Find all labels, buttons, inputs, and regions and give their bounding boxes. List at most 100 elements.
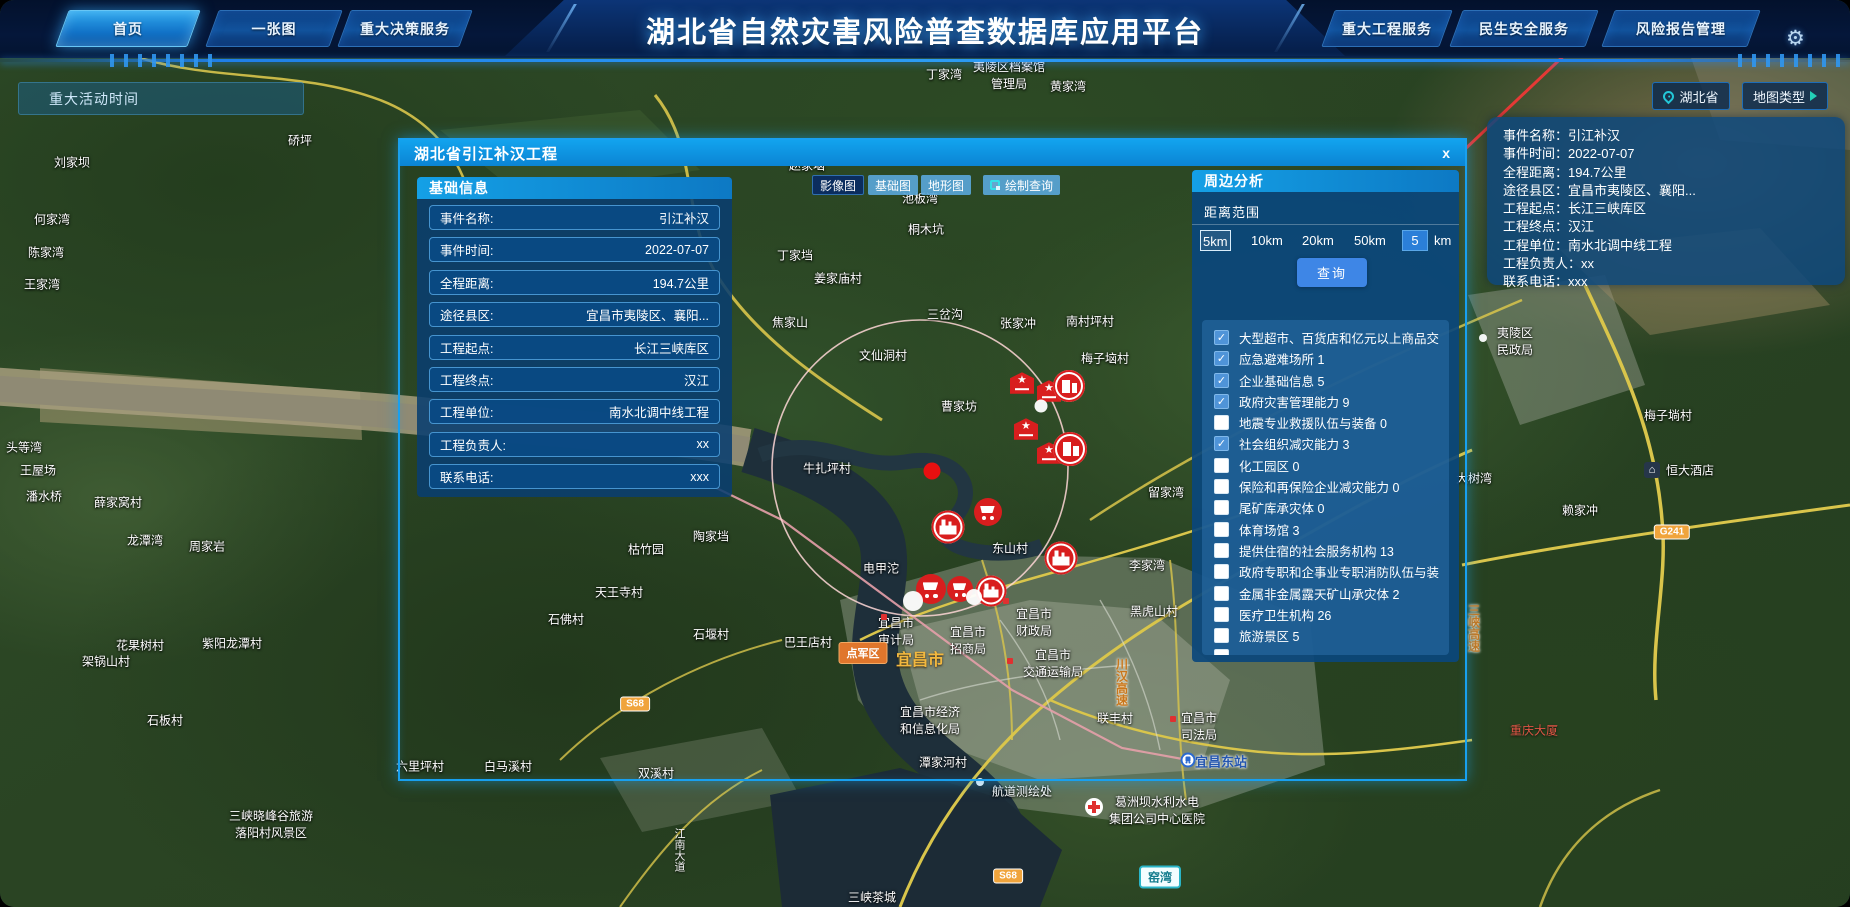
info-line: 事件名称：引江补汉 [1503,127,1829,145]
page-title: 湖北省自然灾害风险普查数据库应用平台 [646,9,1204,51]
nav-tab-重大决策服务[interactable]: 重大决策服务 [337,10,472,47]
custom-distance-input[interactable] [1402,230,1428,251]
checklist-row[interactable]: ✓ 企业基础信息 5 [1214,373,1449,388]
range-option-5km[interactable]: 5km [1200,230,1231,251]
checklist-row[interactable]: 旅游景区 5 [1214,628,1449,643]
checkbox-unchecked[interactable] [1214,500,1229,515]
field-value: 宜昌市夷陵区、襄阳... [586,305,709,324]
decor-glow-line [0,59,1850,62]
map-type-button[interactable]: 地图类型 [1742,82,1828,110]
range-option-50km[interactable]: 50km [1352,230,1388,251]
checklist-row[interactable]: 地震专业救援队伍与装备 0 [1214,415,1449,430]
layer-button-基础图[interactable]: 基础图 [868,175,918,195]
info-line: 工程单位：南水北调中线工程 [1503,237,1829,255]
checkbox-unchecked[interactable] [1214,522,1229,537]
divider [1192,224,1459,225]
checkbox-unchecked[interactable] [1214,479,1229,494]
checkbox-checked[interactable]: ✓ [1214,373,1229,388]
field-label: 工程单位: [440,402,493,421]
modal-title: 湖北省引江补汉工程 [414,143,558,164]
info-field-row: 联系电话: xxx [429,464,720,489]
white-dot[interactable] [1479,334,1487,342]
checklist-row[interactable]: 化工园区 0 [1214,458,1449,473]
checklist-label: 尾矿库承灾体 0 [1239,498,1324,517]
checklist-row[interactable]: 医疗卫生机构 26 [1214,607,1449,622]
checkbox-unchecked[interactable] [1214,415,1229,430]
checkbox-checked[interactable]: ✓ [1214,330,1229,345]
map-pin-icon [1661,88,1677,104]
checkbox-unchecked[interactable] [1214,564,1229,579]
activity-time-selector[interactable]: 重大活动时间 [18,82,304,115]
checkbox-unchecked[interactable] [1214,458,1229,473]
draw-query-label: 绘制查询 [1005,177,1053,194]
checkbox-unchecked[interactable] [1214,649,1229,655]
event-info-panel: 事件名称：引江补汉事件时间：2022-07-07全程距离：194.7公里途径县区… [1487,117,1845,285]
checklist-row[interactable]: 金属非金属露天矿山承灾体 2 [1214,586,1449,601]
region-button[interactable]: 湖北省 [1652,82,1730,110]
info-field-row: 全程距离: 194.7公里 [429,270,720,295]
checkbox-unchecked[interactable] [1214,607,1229,622]
nav-tab-风险报告管理[interactable]: 风险报告管理 [1601,10,1760,47]
hotel-icon[interactable]: ⌂ [1644,462,1660,478]
info-field-row: 工程终点: 汉江 [429,367,720,392]
triangle-right-icon [1810,91,1817,101]
info-line: 工程起点：长江三峡库区 [1503,200,1829,218]
layer-button-影像图[interactable]: 影像图 [812,175,864,195]
gear-icon[interactable]: ⚙ [1786,26,1805,51]
hospital-icon[interactable] [1085,798,1103,816]
field-value: xxx [690,470,709,484]
nav-tab-label: 民生安全服务 [1457,11,1591,46]
query-button[interactable]: 查询 [1297,258,1367,287]
checkbox-checked[interactable]: ✓ [1214,394,1229,409]
checklist-label: 保险和再保险企业减灾能力 0 [1239,477,1399,496]
checklist-row[interactable]: ✓ 政府灾害管理能力 9 [1214,394,1449,409]
checkbox-unchecked[interactable] [1214,628,1229,643]
checklist-row[interactable]: ✓大型超市、百货店和亿元以上商品交 [1214,330,1449,345]
draw-query-button[interactable]: 绘制查询 [983,175,1060,195]
nav-tab-label: 一张图 [213,11,335,46]
info-line: 工程终点：汉江 [1503,218,1829,236]
decor-ticks [110,54,220,67]
field-label: 联系电话: [440,467,493,486]
map-type-label: 地图类型 [1753,87,1805,106]
field-label: 工程负责人: [440,435,506,454]
checklist-label: 政府专职和企事业专职消防队伍与装 [1239,562,1439,581]
field-label: 工程终点: [440,370,493,389]
checkbox-unchecked[interactable] [1214,586,1229,601]
nav-tab-重大工程服务[interactable]: 重大工程服务 [1321,10,1452,47]
checklist-label: 提供住宿的社会服务机构 13 [1239,541,1394,560]
checklist-row[interactable]: 体育场馆 3 [1214,522,1449,537]
nav-tab-首页[interactable]: 首页 [55,10,200,47]
project-modal: 湖北省引江补汉工程 x 基础信息 事件名称:引江补汉事件时间:2022-07-0… [398,138,1467,781]
checkbox-unchecked[interactable] [1214,543,1229,558]
field-value: 引江补汉 [659,208,709,227]
range-option-10km[interactable]: 10km [1249,230,1285,251]
field-label: 事件名称: [440,208,493,227]
checklist-label: 政府灾害管理能力 9 [1239,392,1349,411]
field-label: 事件时间: [440,240,493,259]
modal-header: 湖北省引江补汉工程 x [400,140,1465,166]
close-icon[interactable]: x [1442,143,1451,163]
field-label: 全程距离: [440,273,493,292]
checkbox-checked[interactable]: ✓ [1214,436,1229,451]
field-value: 2022-07-07 [645,243,709,257]
field-value: 194.7公里 [653,273,709,292]
checklist-row[interactable]: 提供住宿的社会服务机构 13 [1214,543,1449,558]
checklist-row[interactable]: ✓应急避难场所 1 [1214,351,1449,366]
checklist-label: 企业基础信息 5 [1239,371,1324,390]
range-option-20km[interactable]: 20km [1300,230,1336,251]
checklist-row[interactable] [1214,649,1449,655]
layer-button-地形图[interactable]: 地形图 [921,175,971,195]
checklist-row[interactable]: 保险和再保险企业减灾能力 0 [1214,479,1449,494]
checklist-row[interactable]: 政府专职和企事业专职消防队伍与装 [1214,564,1449,579]
app-screen: 硚坪刘家坝何家湾陈家湾王家湾头等湾王屋场潘水桥龙潭湾周家岩薛家窝村花果树村紫阳龙… [0,0,1850,907]
checkbox-checked[interactable]: ✓ [1214,351,1229,366]
info-line: 联系电话：xxx [1503,273,1829,291]
info-field-row: 途径县区:宜昌市夷陵区、襄阳... [429,302,720,327]
checklist-label: 体育场馆 3 [1239,520,1299,539]
checklist-row[interactable]: 尾矿库承灾体 0 [1214,500,1449,515]
nav-tab-民生安全服务[interactable]: 民生安全服务 [1449,10,1598,47]
checklist-row[interactable]: ✓社会组织减灾能力 3 [1214,436,1449,451]
field-value: 汉江 [684,370,709,389]
nav-tab-一张图[interactable]: 一张图 [205,10,342,47]
